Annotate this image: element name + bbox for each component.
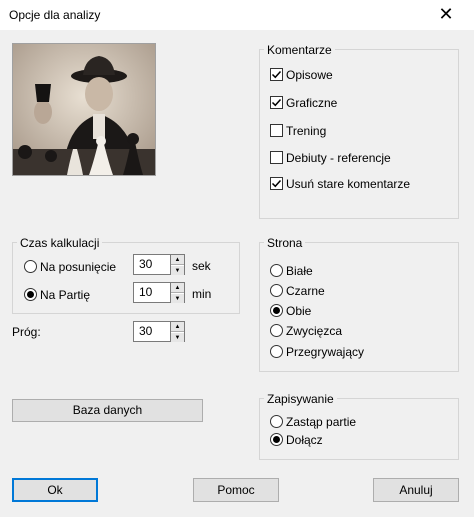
- calc-time-legend: Czas kalkulacji: [17, 236, 103, 250]
- radio-biale[interactable]: Białe: [270, 262, 390, 278]
- radio-circle[interactable]: [270, 415, 283, 428]
- per-move-unit: sek: [192, 259, 211, 273]
- radio-label: Na posunięcie: [40, 260, 117, 274]
- radio-label: Obie: [286, 304, 312, 318]
- cancel-button-label: Anuluj: [399, 483, 433, 497]
- per-game-unit: min: [192, 287, 212, 301]
- checkbox-label: Opisowe: [286, 68, 333, 82]
- checkbox-box[interactable]: [270, 151, 283, 164]
- check-icon: [271, 98, 282, 107]
- radio-per-game[interactable]: Na Partię: [24, 286, 124, 302]
- radio-label: Na Partię: [40, 288, 91, 302]
- checkbox-debiuty[interactable]: Debiuty - referencje: [270, 149, 420, 165]
- radio-per-move[interactable]: Na posunięcie: [24, 258, 124, 274]
- radio-circle[interactable]: [270, 324, 283, 337]
- threshold-input[interactable]: 30: [133, 321, 171, 342]
- window-title: Opcje dla analizy: [9, 8, 101, 22]
- radio-label: Zwycięzca: [286, 324, 343, 338]
- per-game-spinner[interactable]: ▲ ▼: [171, 282, 185, 303]
- checkbox-label: Usuń stare komentarze: [286, 177, 411, 191]
- checkbox-box[interactable]: [270, 68, 283, 81]
- checkbox-box[interactable]: [270, 96, 283, 109]
- database-button[interactable]: Baza danych: [12, 399, 203, 422]
- radio-circle[interactable]: [270, 345, 283, 358]
- save-legend: Zapisywanie: [264, 392, 337, 406]
- per-game-input[interactable]: 10: [133, 282, 171, 303]
- per-move-input[interactable]: 30: [133, 254, 171, 275]
- calc-time-group: [12, 242, 240, 314]
- per-move-spinner[interactable]: ▲ ▼: [171, 254, 185, 275]
- spin-up-icon[interactable]: ▲: [171, 283, 184, 293]
- spin-down-icon[interactable]: ▼: [171, 332, 184, 342]
- radio-circle[interactable]: [270, 304, 283, 317]
- spin-up-icon[interactable]: ▲: [171, 322, 184, 332]
- radio-przegrywajacy[interactable]: Przegrywający: [270, 343, 400, 359]
- checkbox-usun-stare[interactable]: Usuń stare komentarze: [270, 175, 440, 191]
- checkbox-label: Graficzne: [286, 96, 338, 110]
- radio-circle[interactable]: [270, 433, 283, 446]
- check-icon: [271, 70, 282, 79]
- checkbox-label: Trening: [286, 124, 327, 138]
- radio-circle[interactable]: [24, 260, 37, 273]
- checkbox-box[interactable]: [270, 177, 283, 190]
- radio-label: Zastąp partie: [286, 415, 357, 429]
- spin-up-icon[interactable]: ▲: [171, 255, 184, 265]
- checkbox-trening[interactable]: Trening: [270, 122, 400, 138]
- radio-zwyciezca[interactable]: Zwycięzca: [270, 322, 390, 338]
- check-icon: [271, 179, 282, 188]
- checkbox-graficzne[interactable]: Graficzne: [270, 94, 400, 110]
- radio-circle[interactable]: [270, 284, 283, 297]
- radio-zastap-partie[interactable]: Zastąp partie: [270, 413, 390, 429]
- side-legend: Strona: [264, 236, 306, 250]
- radio-label: Białe: [286, 264, 313, 278]
- radio-label: Czarne: [286, 284, 325, 298]
- save-group: [259, 398, 459, 460]
- radio-circle[interactable]: [24, 288, 37, 301]
- checkbox-box[interactable]: [270, 124, 283, 137]
- close-icon[interactable]: ✕: [436, 4, 456, 24]
- ok-button-label: Ok: [47, 483, 63, 497]
- radio-czarne[interactable]: Czarne: [270, 282, 390, 298]
- comments-legend: Komentarze: [264, 43, 335, 57]
- help-button-label: Pomoc: [217, 483, 255, 497]
- spin-down-icon[interactable]: ▼: [171, 265, 184, 275]
- threshold-label: Próg:: [12, 325, 41, 339]
- radio-circle[interactable]: [270, 264, 283, 277]
- help-button[interactable]: Pomoc: [193, 478, 279, 502]
- radio-label: Dołącz: [286, 433, 323, 447]
- chess-player-photo: [12, 43, 156, 176]
- checkbox-opisowe[interactable]: Opisowe: [270, 66, 400, 82]
- checkbox-label: Debiuty - referencje: [286, 151, 391, 165]
- database-button-label: Baza danych: [72, 403, 143, 417]
- ok-button[interactable]: Ok: [12, 478, 98, 502]
- radio-dolacz[interactable]: Dołącz: [270, 431, 390, 447]
- spin-down-icon[interactable]: ▼: [171, 293, 184, 303]
- radio-obie[interactable]: Obie: [270, 302, 390, 318]
- radio-label: Przegrywający: [286, 345, 365, 359]
- threshold-spinner[interactable]: ▲ ▼: [171, 321, 185, 342]
- cancel-button[interactable]: Anuluj: [373, 478, 459, 502]
